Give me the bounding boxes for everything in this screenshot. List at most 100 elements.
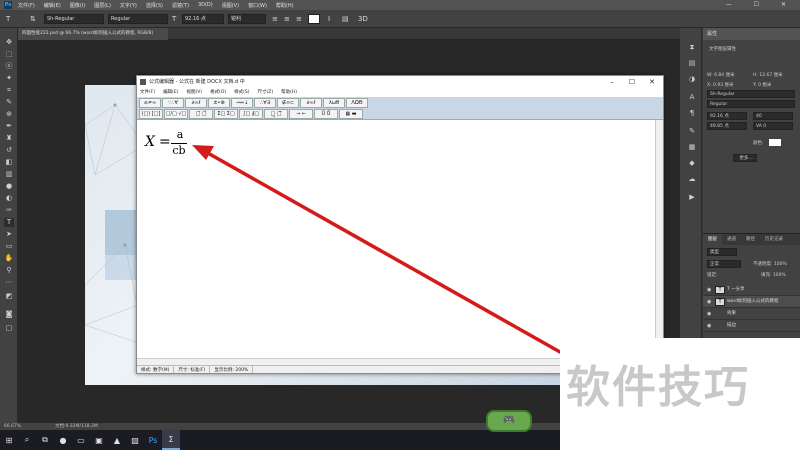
screen-mode-icon[interactable]: ▢ — [4, 324, 14, 333]
zoom-level[interactable]: 66.67% — [4, 423, 21, 430]
opacity-value[interactable]: 不透明度: 100% — [753, 261, 787, 267]
greek-lower-palette-button[interactable]: λωθ — [323, 98, 345, 108]
props-leading[interactable]: 40 — [753, 112, 793, 120]
menu-type[interactable]: 文字(Y) — [120, 2, 137, 9]
brush-settings-icon[interactable]: ✎ — [687, 126, 697, 136]
actions-icon[interactable]: ▶ — [687, 192, 697, 202]
visibility-eye-icon[interactable]: ◉ — [707, 284, 711, 295]
layer-filter-select[interactable]: 类型 — [707, 248, 737, 256]
blend-mode-select[interactable]: 正常 — [707, 260, 741, 268]
menu-layer[interactable]: 图层(L) — [94, 2, 111, 9]
zoom-tool-icon[interactable]: ⚲ — [4, 266, 14, 275]
greek-upper-palette-button[interactable]: ΛΩΘ — [346, 98, 368, 108]
product-template-button[interactable]: Ü Ů — [314, 109, 338, 119]
spaces-palette-button[interactable]: ∵∴∀ — [162, 98, 184, 108]
app-icon[interactable]: ▧ — [126, 430, 144, 450]
fill-value[interactable]: 填充: 100% — [761, 272, 786, 278]
healing-brush-icon[interactable]: ⊕ — [4, 110, 14, 119]
layer-row[interactable]: ◉ 描边 — [703, 320, 800, 332]
text-tool-icon[interactable]: T — [4, 218, 14, 227]
equation-editor-taskbar-icon[interactable]: Σ — [162, 430, 180, 450]
task-view-icon[interactable]: ⧉ — [36, 430, 54, 450]
status-zoom[interactable]: 显示比例: 200% — [210, 366, 254, 373]
warp-text-icon[interactable]: Ⅰ — [328, 14, 330, 24]
y-value[interactable]: Y: 0 厘米 — [753, 82, 771, 88]
layer-row[interactable]: ◉ 效果 — [703, 308, 800, 320]
menu-3d[interactable]: 3D(D) — [198, 2, 213, 8]
crop-tool-icon[interactable]: ⌗ — [4, 86, 14, 95]
gradient-tool-icon[interactable]: ▥ — [4, 170, 14, 179]
eraser-tool-icon[interactable]: ◧ — [4, 158, 14, 167]
visibility-eye-icon[interactable]: ◉ — [707, 296, 711, 307]
pen-tool-icon[interactable]: ✑ — [4, 206, 14, 215]
props-scale[interactable]: 49.85 点 — [707, 122, 747, 130]
script-template-button[interactable]: □̄ □̃ — [189, 109, 213, 119]
stamp-tool-icon[interactable]: ♜ — [4, 134, 14, 143]
more-button[interactable]: 更多... — [733, 154, 757, 162]
relations-palette-button[interactable]: ≤≠≈ — [139, 98, 161, 108]
brush-tool-icon[interactable]: ✒ — [4, 122, 14, 131]
color-swatches-icon[interactable]: ◩ — [4, 292, 14, 301]
fraction-template-button[interactable]: □/□ √□ — [164, 109, 188, 119]
embellish-palette-button[interactable]: ∂∞ℓ — [185, 98, 207, 108]
eq-menu-file[interactable]: 文件(F) — [140, 88, 155, 97]
styles-icon[interactable]: ◆ — [687, 158, 697, 168]
height-value[interactable]: H: 12.67 厘米 — [753, 72, 783, 78]
eq-menu-edit[interactable]: 编辑(E) — [163, 88, 178, 97]
underbar-template-button[interactable]: □̲ □̅ — [264, 109, 288, 119]
menu-file[interactable]: 文件(F) — [18, 2, 35, 9]
path-select-icon[interactable]: ➤ — [4, 230, 14, 239]
matrix-template-button[interactable]: ▦ ▬ — [339, 109, 363, 119]
layer-row[interactable]: ◉ T T 一分享 — [703, 284, 800, 296]
props-font-size[interactable]: 92.16 点 — [707, 112, 747, 120]
menu-window[interactable]: 窗口(W) — [248, 2, 267, 9]
hand-tool-icon[interactable]: ✋ — [4, 254, 14, 263]
sets-palette-button[interactable]: ∉∩⊂ — [277, 98, 299, 108]
eq-menu-size[interactable]: 尺寸(Z) — [258, 88, 274, 97]
status-size[interactable]: 尺寸: 标准(F) — [174, 366, 211, 373]
properties-icon[interactable]: ▤ — [687, 58, 697, 68]
paragraph-icon[interactable]: ¶ — [687, 108, 697, 118]
close-button[interactable]: ✕ — [643, 76, 661, 88]
x-value[interactable]: X: 0.93 厘米 — [707, 82, 733, 88]
marquee-tool-icon[interactable]: ⬚ — [4, 50, 14, 59]
props-font-family[interactable]: Sh-Regular — [707, 90, 795, 98]
eyedropper-icon[interactable]: ✎ — [4, 98, 14, 107]
text-orientation-icon[interactable]: ⇅ — [30, 14, 36, 24]
swatches-icon[interactable]: ▦ — [687, 142, 697, 152]
app-icon[interactable]: ▲ — [108, 430, 126, 450]
libraries-icon[interactable]: ☁ — [687, 174, 697, 184]
logic-palette-button[interactable]: ∴∀∃ — [254, 98, 276, 108]
align-left-icon[interactable]: ≡ — [272, 14, 278, 24]
history-icon[interactable]: ⧗ — [687, 42, 697, 52]
start-icon[interactable]: ⊞ — [0, 430, 18, 450]
arrows-palette-button[interactable]: →⇔↓ — [231, 98, 253, 108]
app-icon[interactable]: ▣ — [90, 430, 108, 450]
width-value[interactable]: W: 6.84 厘米 — [707, 72, 735, 78]
search-icon[interactable]: ⌕ — [18, 430, 36, 450]
tab-layers[interactable]: 图层 — [703, 234, 722, 245]
font-size-field[interactable]: 92.16 点 — [182, 14, 224, 24]
move-tool-icon[interactable]: ✥ — [4, 38, 14, 47]
eq-menu-style[interactable]: 样式(S) — [234, 88, 249, 97]
font-family-select[interactable]: Sh-Regular — [44, 14, 104, 24]
eq-menu-view[interactable]: 视图(V) — [186, 88, 202, 97]
lasso-tool-icon[interactable]: ⓞ — [4, 62, 14, 71]
summation-template-button[interactable]: Σ□ Σ□ — [214, 109, 238, 119]
blur-tool-icon[interactable]: ● — [4, 182, 14, 191]
tab-channels[interactable]: 通道 — [722, 234, 741, 245]
eq-menu-format[interactable]: 格式(O) — [210, 88, 226, 97]
arrow-template-button[interactable]: → ← — [289, 109, 313, 119]
character-icon[interactable]: A — [687, 92, 697, 102]
menu-filter[interactable]: 滤镜(T) — [172, 2, 189, 9]
text-color-swatch[interactable] — [308, 14, 320, 24]
history-brush-icon[interactable]: ↺ — [4, 146, 14, 155]
fence-template-button[interactable]: (□) [□] — [139, 109, 163, 119]
props-font-style[interactable]: Regular — [707, 100, 795, 108]
layer-row[interactable]: ◉ T word如何插入公式的教程 — [703, 296, 800, 308]
status-style[interactable]: 样式: 数学(M) — [137, 366, 175, 373]
integral-template-button[interactable]: ∫□ ∮□ — [239, 109, 263, 119]
character-panel-icon[interactable]: ▤ — [342, 14, 349, 24]
type-tool-icon[interactable]: T — [6, 14, 10, 24]
dodge-tool-icon[interactable]: ◐ — [4, 194, 14, 203]
